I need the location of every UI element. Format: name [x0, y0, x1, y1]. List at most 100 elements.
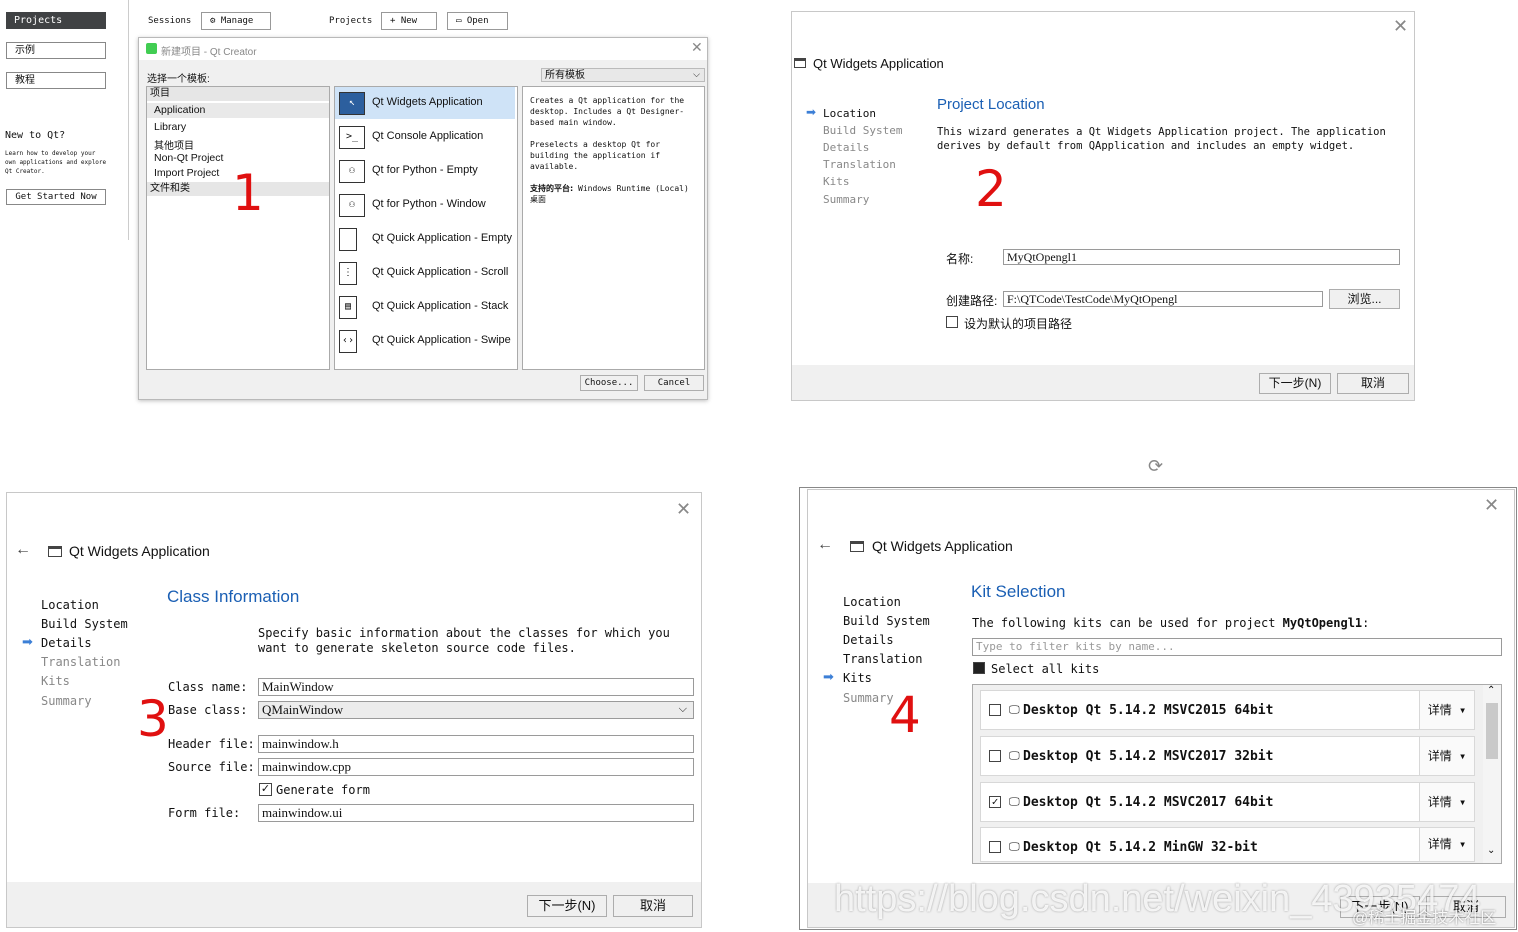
- page-heading: Class Information: [167, 587, 300, 606]
- generate-form-checkbox[interactable]: ✓: [259, 783, 272, 796]
- step-number-3: 3: [137, 690, 169, 748]
- kit-checkbox-checked[interactable]: ✓: [989, 796, 1001, 808]
- category-non-qt[interactable]: Non-Qt Project: [154, 152, 223, 164]
- scroll-down-icon[interactable]: ⌄: [1487, 845, 1495, 856]
- open-project-button[interactable]: ▭ Open: [447, 12, 508, 30]
- class-name-input[interactable]: MainWindow: [258, 678, 694, 696]
- kit-row[interactable]: 🖵 Desktop Qt 5.14.2 MSVC2015 64bit 详情 ▾: [980, 690, 1475, 730]
- template-label: Qt Quick Application - Scroll: [372, 266, 509, 278]
- window-cursor-icon: ↖: [339, 92, 365, 115]
- quick-stack-icon: ▤: [339, 296, 357, 319]
- template-item-quick-stack[interactable]: ▤ Qt Quick Application - Stack: [335, 291, 515, 323]
- scroll-thumb[interactable]: [1486, 703, 1498, 759]
- nav-kits: Kits: [41, 674, 70, 688]
- nav-build-system: Build System: [41, 617, 128, 631]
- app-window-icon: [794, 58, 806, 68]
- base-class-select[interactable]: QMainWindow ⌵: [258, 701, 694, 719]
- category-other-projects[interactable]: 其他项目: [154, 137, 194, 152]
- template-item-python-empty[interactable]: ⚇ Qt for Python - Empty: [335, 155, 515, 187]
- source-file-label: Source file:: [168, 760, 255, 774]
- template-label: Qt Widgets Application: [372, 96, 483, 108]
- tutorials-nav-button[interactable]: 教程: [6, 72, 106, 89]
- rotate-handle-icon[interactable]: ⟳: [1148, 456, 1163, 477]
- close-icon[interactable]: ✕: [1393, 16, 1408, 37]
- new-label: New: [400, 16, 418, 26]
- kit-row[interactable]: ✓ 🖵 Desktop Qt 5.14.2 MSVC2017 64bit 详情 …: [980, 782, 1475, 822]
- q1-left-panel: Projects 示例 教程 New to Qt? Learn how to d…: [0, 0, 129, 240]
- new-to-qt-heading: New to Qt?: [5, 130, 66, 141]
- template-item-widgets[interactable]: ↖ Qt Widgets Application: [335, 87, 515, 119]
- page-heading: Kit Selection: [971, 582, 1066, 601]
- source-file-input[interactable]: mainwindow.cpp: [258, 758, 694, 776]
- wizard-class-dialog: ✕ ← Qt Widgets Application Location Buil…: [6, 492, 702, 928]
- nav-translation: Translation: [843, 652, 923, 666]
- choose-button[interactable]: Choose...: [580, 375, 638, 391]
- folder-icon: ▭: [456, 16, 462, 26]
- kit-details-button[interactable]: 详情 ▾: [1419, 737, 1474, 775]
- category-library[interactable]: Library: [154, 121, 186, 133]
- chevron-down-icon: ⌵: [693, 69, 700, 79]
- path-label: 创建路径:: [946, 294, 998, 308]
- kit-details-button[interactable]: 详情 ▾: [1419, 691, 1474, 729]
- close-icon[interactable]: ✕: [1484, 495, 1499, 516]
- kit-row[interactable]: 🖵 Desktop Qt 5.14.2 MSVC2017 32bit 详情 ▾: [980, 736, 1475, 776]
- back-arrow-icon[interactable]: ←: [817, 536, 833, 554]
- qt-creator-icon: [146, 43, 157, 54]
- nav-summary: Summary: [823, 193, 870, 206]
- path-input[interactable]: F:\QTCode\TestCode\MyQtOpengl: [1003, 291, 1323, 307]
- new-project-button[interactable]: + New: [381, 12, 437, 30]
- close-icon[interactable]: ✕: [676, 499, 691, 520]
- template-item-quick-swipe[interactable]: ‹› Qt Quick Application - Swipe: [335, 325, 515, 357]
- intro-prefix: The following kits can be used for proje…: [972, 616, 1283, 630]
- plus-icon: +: [390, 16, 396, 26]
- close-icon[interactable]: ✕: [691, 39, 703, 56]
- monitor-icon: 🖵: [1009, 749, 1020, 762]
- projects-nav-button[interactable]: Projects: [6, 12, 106, 29]
- manage-button[interactable]: ⚙ Manage: [201, 12, 271, 30]
- kit-checkbox[interactable]: [989, 704, 1001, 716]
- category-application[interactable]: Application: [147, 103, 329, 118]
- get-started-button[interactable]: Get Started Now: [6, 189, 106, 205]
- next-button[interactable]: 下一步(N): [1259, 373, 1331, 394]
- kit-details-label: 详情: [1427, 795, 1452, 809]
- kit-checkbox[interactable]: [989, 841, 1001, 853]
- category-import[interactable]: Import Project: [154, 167, 219, 179]
- template-label: Qt for Python - Window: [372, 198, 486, 210]
- kit-details-button[interactable]: 详情 ▾: [1419, 783, 1474, 821]
- template-item-quick-scroll[interactable]: ⋮ Qt Quick Application - Scroll: [335, 257, 515, 289]
- cancel-button[interactable]: 取消: [613, 895, 693, 917]
- wizard-location-dialog: ✕ Qt Widgets Application ➡ Location Buil…: [791, 11, 1415, 401]
- kit-name: Desktop Qt 5.14.2 MinGW 32-bit: [1023, 840, 1258, 855]
- select-all-label: Select all kits: [991, 662, 1100, 676]
- nav-details: Details: [41, 636, 92, 650]
- kit-scrollbar[interactable]: ⌃ ⌄: [1483, 685, 1501, 863]
- template-item-quick-empty[interactable]: Qt Quick Application - Empty: [335, 223, 515, 255]
- kit-details-button[interactable]: 详情 ▾: [1419, 828, 1474, 861]
- nav-summary: Summary: [41, 694, 92, 708]
- name-input[interactable]: MyQtOpengl1: [1003, 249, 1400, 265]
- select-all-checkbox[interactable]: [973, 662, 985, 674]
- template-item-console[interactable]: >_ Qt Console Application: [335, 121, 515, 153]
- kit-row[interactable]: 🖵 Desktop Qt 5.14.2 MinGW 32-bit 详情 ▾: [980, 827, 1475, 862]
- scroll-up-icon[interactable]: ⌃: [1487, 685, 1495, 696]
- header-file-input[interactable]: mainwindow.h: [258, 735, 694, 753]
- browse-button[interactable]: 浏览...: [1329, 289, 1400, 309]
- template-item-python-window[interactable]: ⚇ Qt for Python - Window: [335, 189, 515, 221]
- examples-nav-button[interactable]: 示例: [6, 42, 106, 59]
- cancel-button[interactable]: Cancel: [644, 375, 704, 391]
- q1-topbar: Sessions ⚙ Manage Projects + New ▭ Open: [138, 8, 708, 34]
- template-filter-select[interactable]: 所有模板 ⌵: [541, 68, 705, 82]
- quick-swipe-icon: ‹›: [339, 330, 357, 353]
- form-file-input[interactable]: mainwindow.ui: [258, 804, 694, 822]
- back-arrow-icon[interactable]: ←: [15, 541, 31, 559]
- console-icon: >_: [339, 126, 365, 149]
- default-path-checkbox[interactable]: [946, 316, 958, 328]
- intro-suffix: :: [1362, 616, 1370, 630]
- next-button[interactable]: 下一步(N): [527, 895, 607, 917]
- cancel-button[interactable]: 取消: [1337, 373, 1409, 394]
- kit-filter-input[interactable]: Type to filter kits by name...: [972, 638, 1502, 656]
- kit-checkbox[interactable]: [989, 750, 1001, 762]
- nav-location: Location: [41, 598, 99, 612]
- dialog-title: 新建项目 - Qt Creator: [161, 47, 257, 58]
- kit-details-label: 详情: [1427, 837, 1452, 851]
